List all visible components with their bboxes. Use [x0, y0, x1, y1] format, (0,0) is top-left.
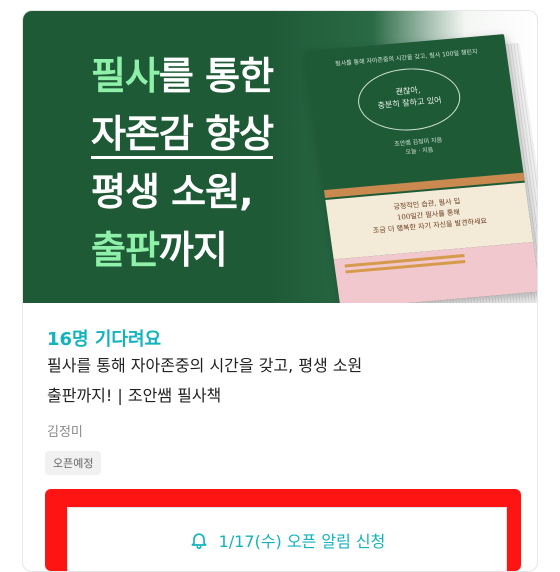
book-band-text: 긍정적인 습관, 필사 입 100일간 필사를 통해 조금 더 행복한 자기 자… — [336, 191, 520, 239]
bell-icon — [189, 530, 209, 550]
book-author: 조안쌤 김정미 지음 오늘 · 지음 — [348, 132, 490, 162]
headline-line4-rest: 까지 — [158, 228, 228, 272]
book-illustration: 필사를 통해 자아존중의 시간을 갖고, 필사 100일 챌린지 괜찮아, 충분… — [304, 33, 537, 303]
book-title-oval: 괜찮아, 충분히 잘하고 있어 — [353, 64, 465, 135]
headline-line3: 평생 소원, — [91, 170, 254, 214]
product-title-line1[interactable]: 필사를 통해 자아존중의 시간을 갖고, 평생 소원 — [47, 355, 362, 377]
product-title-line2[interactable]: 출판까지! | 조안쌤 필사책 — [47, 385, 221, 407]
headline-accent-word-2: 출판 — [91, 228, 160, 272]
open-alert-button[interactable]: 1/17(수) 오픈 알림 신청 — [67, 507, 507, 571]
book-author-line1: 조안쌤 김정미 지음 — [393, 136, 443, 148]
banner-image[interactable]: 필사를 통한 자존감 향상 평생 소원, 출판까지 필사를 통해 자아존중의 시… — [23, 11, 537, 303]
headline-line1-rest: 를 통한 — [158, 54, 274, 98]
book-band-line3: 조금 더 행복한 자기 자신을 발견하세요 — [372, 217, 488, 235]
waiting-count: 16명 기다려요 — [47, 329, 162, 350]
product-card[interactable]: 필사를 통한 자존감 향상 평생 소원, 출판까지 필사를 통해 자아존중의 시… — [22, 10, 538, 572]
banner-headline: 필사를 통한 자존감 향상 평생 소원, 출판까지 — [91, 47, 274, 279]
book-cover: 필사를 통해 자아존중의 시간을 갖고, 필사 100일 챌린지 괜찮아, 충분… — [304, 34, 537, 303]
book-author-line2: 오늘 · 지음 — [405, 146, 434, 156]
alert-button-highlight: 1/17(수) 오픈 알림 신청 — [45, 489, 521, 571]
book-cover-title-line1: 괜찮아, — [395, 85, 421, 97]
status-badge: 오픈예정 — [45, 451, 102, 475]
open-alert-button-label: 1/17(수) 오픈 알림 신청 — [218, 532, 386, 551]
headline-accent-word: 필사 — [91, 54, 160, 98]
author-name: 김정미 — [47, 425, 83, 440]
book-cover-title: 괜찮아, 충분히 잘하고 있어 — [357, 81, 460, 113]
book-top-text: 필사를 통해 자아존중의 시간을 갖고, 필사 100일 챌린지 — [334, 48, 479, 68]
headline-line2: 자존감 향상 — [91, 112, 274, 159]
book-cover-title-line2: 충분히 잘하고 있어 — [377, 95, 443, 111]
